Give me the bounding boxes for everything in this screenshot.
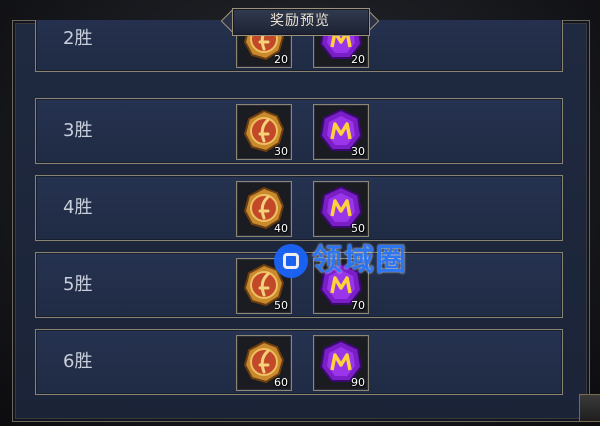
corner-button[interactable] [579, 394, 600, 422]
reward-row: 4胜 40 50 [35, 175, 563, 241]
watermark: 领域圈 [274, 240, 450, 282]
reward-slot-gold-medal[interactable]: 30 [236, 104, 292, 160]
watermark-text: 领域圈 [312, 243, 408, 278]
reward-quantity: 90 [351, 376, 365, 389]
reward-quantity: 50 [274, 299, 288, 312]
reward-quantity: 20 [274, 53, 288, 66]
win-count-label: 2胜 [63, 28, 93, 49]
panel-title: 奖励预览 [270, 13, 330, 29]
reward-quantity: 50 [351, 222, 365, 235]
reward-quantity: 30 [274, 145, 288, 158]
reward-quantity: 70 [351, 299, 365, 312]
title-plate: 奖励预览 [218, 6, 382, 36]
reward-quantity: 20 [351, 53, 365, 66]
win-count-label: 5胜 [63, 274, 93, 295]
reward-quantity: 60 [274, 376, 288, 389]
reward-slot-gold-medal[interactable]: 60 [236, 335, 292, 391]
reward-row: 3胜 30 30 [35, 98, 563, 164]
reward-slot-purple-gem[interactable]: 90 [313, 335, 369, 391]
reward-slot-purple-gem[interactable]: 50 [313, 181, 369, 237]
reward-slot-gold-medal[interactable]: 40 [236, 181, 292, 237]
reward-quantity: 30 [351, 145, 365, 158]
reward-slot-purple-gem[interactable]: 30 [313, 104, 369, 160]
watermark-logo-icon [274, 244, 308, 278]
reward-row: 6胜 60 90 [35, 329, 563, 395]
win-count-label: 4胜 [63, 197, 93, 218]
reward-list[interactable]: 2胜 20 20 3胜 30 30 4胜 40 50 5胜 50 70 6胜 6… [22, 20, 578, 418]
reward-quantity: 40 [274, 222, 288, 235]
win-count-label: 3胜 [63, 120, 93, 141]
win-count-label: 6胜 [63, 351, 93, 372]
